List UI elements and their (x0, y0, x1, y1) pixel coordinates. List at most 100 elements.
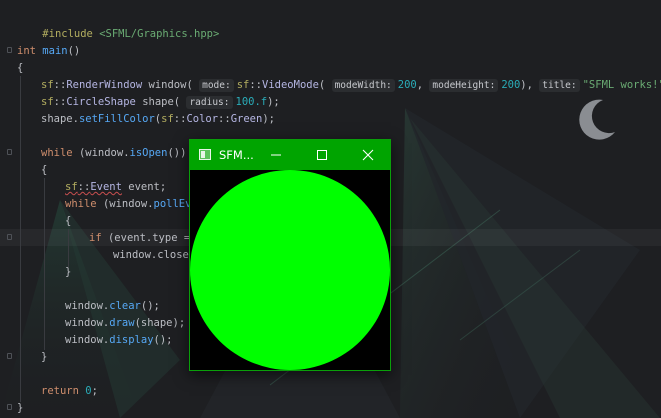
code-line: return 0; (41, 383, 98, 400)
variable: window. (65, 317, 110, 329)
punctuation: (); (153, 334, 173, 346)
keyword: return (41, 385, 79, 397)
param-hint: radius: (186, 96, 233, 109)
render-canvas[interactable] (190, 170, 390, 370)
type-name: Event (90, 181, 122, 193)
code-line: sf::Event event; (65, 179, 166, 196)
keyword: int (17, 45, 36, 57)
code-line: } (41, 349, 47, 366)
type-name: CircleShape (66, 96, 136, 108)
function-name: setFillColor (78, 113, 155, 125)
variable: window. (65, 300, 110, 312)
variable: event; (128, 181, 167, 193)
punctuation: ); (262, 113, 275, 125)
maximize-button[interactable] (302, 140, 342, 170)
code-line: window.draw(shape); (65, 315, 185, 332)
code-line: } (65, 264, 71, 281)
type-name: Color (186, 113, 219, 125)
variable: window. (65, 334, 110, 346)
param-hint: modeHeight: (429, 79, 499, 92)
punctuation: :: (53, 79, 67, 91)
fold-marker[interactable] (7, 47, 12, 53)
string: "SFML works!" (582, 79, 661, 91)
variable: shape (142, 96, 174, 108)
keyword: while (41, 147, 73, 159)
punctuation: :: (53, 96, 67, 108)
punctuation: :: (218, 113, 231, 125)
punctuation: { (41, 164, 48, 176)
punctuation: ); (267, 96, 280, 108)
close-button[interactable] (348, 140, 388, 170)
code-line: int main() (17, 43, 80, 60)
include-directive: #include (42, 28, 93, 40)
punctuation: ; (91, 385, 98, 397)
function-name: isOpen (129, 147, 168, 159)
param-hint: modeWidth: (331, 79, 395, 92)
close-icon (362, 149, 374, 161)
namespace: sf (161, 113, 174, 125)
expression: (event.type == (107, 232, 197, 244)
punctuation: (shape); (134, 317, 186, 329)
code-line: window.clear(); (65, 298, 160, 315)
punctuation: :: (249, 79, 263, 91)
punctuation: ( (173, 96, 181, 108)
sfml-window[interactable]: SFM... (189, 139, 391, 371)
number: 200 (397, 79, 417, 91)
green-circle-shape (190, 170, 390, 370)
punctuation: { (17, 62, 24, 74)
punctuation: ( (318, 79, 326, 91)
code-line: shape.setFillColor(sf::Color::Green); (41, 111, 275, 128)
punctuation: } (65, 266, 72, 278)
variable: shape. (41, 113, 79, 125)
minimize-button[interactable] (256, 140, 296, 170)
keyword: while (65, 198, 97, 210)
fold-marker[interactable] (7, 149, 12, 155)
app-icon (199, 149, 211, 160)
namespace: sf (65, 181, 78, 193)
punctuation: ()) (167, 147, 187, 159)
fold-marker[interactable] (7, 404, 12, 410)
param-hint: title: (539, 79, 580, 92)
function-name: display (109, 334, 154, 346)
namespace: sf (236, 79, 250, 91)
function-name: clear (109, 300, 141, 312)
namespace: sf (41, 79, 54, 91)
punctuation: :: (77, 181, 91, 193)
fold-marker[interactable] (7, 353, 12, 359)
code-line: sf::RenderWindow window( mode: sf::VideoM… (41, 77, 661, 94)
punctuation: } (41, 351, 48, 363)
punctuation: { (65, 215, 72, 227)
code-line: sf::CircleShape shape( radius: 100.f); (41, 94, 280, 111)
maximize-icon (317, 150, 327, 160)
punctuation: } (17, 402, 24, 414)
expression: (window. (78, 147, 130, 159)
window-titlebar[interactable]: SFM... (190, 140, 390, 170)
gutter (0, 0, 16, 418)
function-name: main (42, 45, 68, 57)
expression: window.close( (113, 249, 196, 261)
param-hint: mode: (199, 79, 234, 92)
code-line: #include <SFML/Graphics.hpp> (17, 9, 219, 40)
punctuation: :: (173, 113, 187, 125)
punctuation: () (67, 45, 81, 57)
minimize-icon (271, 154, 281, 156)
punctuation: ( (186, 79, 193, 91)
type-name: VideoMode (262, 79, 319, 91)
indent-guide (68, 229, 69, 267)
fold-marker[interactable] (7, 234, 12, 240)
function-name: draw (109, 317, 135, 329)
punctuation: ), (520, 79, 533, 91)
expression: (window. (102, 198, 154, 210)
code-line: while (window.isOpen()) (41, 145, 186, 162)
code-line: window.close( (113, 247, 195, 264)
code-line: window.display(); (65, 332, 173, 349)
window-title: SFM... (219, 148, 254, 162)
namespace: sf (41, 96, 54, 108)
keyword: if (89, 232, 102, 244)
number: 100.f (235, 96, 268, 108)
indent-guide (44, 178, 45, 350)
code-line: { (17, 60, 23, 77)
code-line: } (17, 400, 23, 417)
code-line: while (window.pollEve (65, 196, 198, 213)
variable: window (148, 79, 187, 91)
